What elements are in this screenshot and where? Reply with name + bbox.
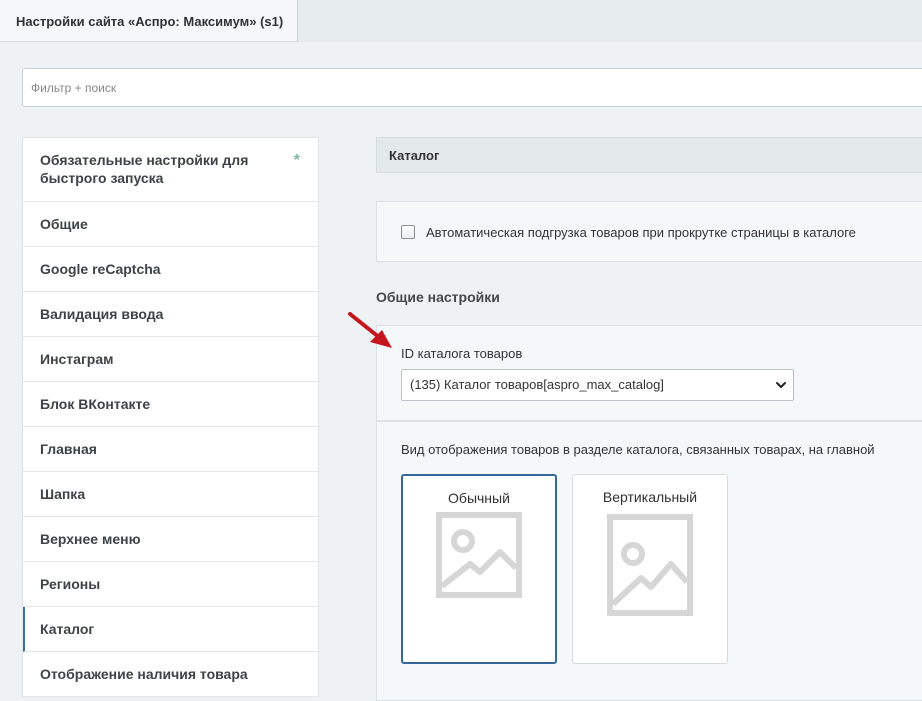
- sidebar-item-instagram[interactable]: Инстаграм: [23, 337, 318, 382]
- image-placeholder-icon: [436, 512, 522, 598]
- sidebar-item-label: Обязательные настройки для быстрого запу…: [40, 152, 249, 186]
- sidebar-item-label: Главная: [40, 441, 97, 457]
- sidebar-item-label: Валидация ввода: [40, 306, 164, 322]
- catalog-id-panel: ID каталога товаров (135) Каталог товаро…: [376, 325, 922, 421]
- catalog-id-select[interactable]: (135) Каталог товаров[aspro_max_catalog]: [401, 369, 794, 401]
- sidebar-item-label: Google reCaptcha: [40, 261, 161, 277]
- sidebar-item-label: Верхнее меню: [40, 531, 141, 547]
- catalog-id-label: ID каталога товаров: [401, 346, 523, 361]
- tab-site-settings[interactable]: Настройки сайта «Аспро: Максимум» (s1): [0, 0, 298, 42]
- view-option-normal[interactable]: Обычный: [401, 474, 557, 664]
- autoload-label[interactable]: Автоматическая подгрузка товаров при про…: [426, 225, 856, 240]
- chevron-down-icon: [776, 382, 786, 388]
- catalog-id-value: (135) Каталог товаров[aspro_max_catalog]: [410, 377, 664, 392]
- view-option-vertical[interactable]: Вертикальный: [572, 474, 728, 664]
- sidebar-item-main-page[interactable]: Главная: [23, 427, 318, 472]
- sidebar-item-general[interactable]: Общие: [23, 202, 318, 247]
- image-placeholder-icon: [607, 514, 693, 616]
- sidebar-item-catalog[interactable]: Каталог: [23, 607, 318, 652]
- sidebar-item-quick-start[interactable]: Обязательные настройки для быстрого запу…: [23, 138, 318, 202]
- red-arrow-icon: [348, 312, 392, 348]
- required-marker: *: [293, 152, 300, 169]
- autoload-checkbox[interactable]: [401, 225, 415, 239]
- sidebar-item-label: Каталог: [40, 621, 95, 637]
- sidebar: Обязательные настройки для быстрого запу…: [22, 137, 319, 697]
- sidebar-item-label: Блок ВКонтакте: [40, 396, 151, 412]
- general-settings-title: Общие настройки: [376, 289, 500, 305]
- filter-search-input[interactable]: Фильтр + поиск: [22, 68, 922, 107]
- sidebar-item-label: Инстаграм: [40, 351, 114, 367]
- sidebar-item-regions[interactable]: Регионы: [23, 562, 318, 607]
- sidebar-item-recaptcha[interactable]: Google reCaptcha: [23, 247, 318, 292]
- sidebar-item-header[interactable]: Шапка: [23, 472, 318, 517]
- sidebar-item-label: Общие: [40, 216, 88, 232]
- view-option-label: Обычный: [448, 490, 510, 506]
- view-option-label: Вертикальный: [602, 489, 698, 505]
- top-bar: Настройки сайта «Аспро: Максимум» (s1): [0, 0, 922, 42]
- sidebar-item-top-menu[interactable]: Верхнее меню: [23, 517, 318, 562]
- sidebar-item-vkontakte[interactable]: Блок ВКонтакте: [23, 382, 318, 427]
- autoload-panel: Автоматическая подгрузка товаров при про…: [376, 201, 922, 262]
- sidebar-item-validation[interactable]: Валидация ввода: [23, 292, 318, 337]
- sidebar-item-label: Регионы: [40, 576, 101, 592]
- view-mode-panel: Вид отображения товаров в разделе катало…: [376, 421, 922, 701]
- section-title: Каталог: [376, 137, 922, 173]
- sidebar-item-label: Отображение наличия товара: [40, 666, 248, 682]
- sidebar-item-stock-display[interactable]: Отображение наличия товара: [23, 652, 318, 697]
- view-mode-label: Вид отображения товаров в разделе катало…: [401, 442, 875, 457]
- sidebar-item-label: Шапка: [40, 486, 86, 502]
